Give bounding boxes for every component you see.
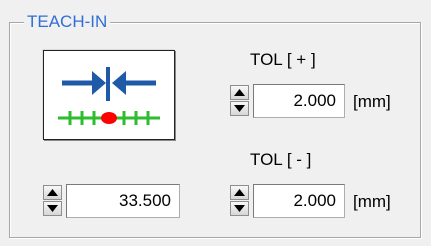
position-decrement-button[interactable]	[43, 201, 62, 216]
triangle-down-icon	[234, 105, 245, 112]
tol-minus-label: TOL [ - ]	[250, 150, 312, 169]
tol-plus-increment-button[interactable]	[230, 85, 249, 100]
tol-plus-unit: [mm]	[353, 92, 391, 111]
tol-minus-decrement-button[interactable]	[230, 201, 249, 216]
triangle-up-icon	[234, 89, 245, 96]
tol-minus-increment-button[interactable]	[230, 185, 249, 200]
group-title: TEACH-IN	[24, 12, 111, 32]
teach-in-button[interactable]	[43, 50, 175, 140]
triangle-down-icon	[47, 205, 58, 212]
triangle-up-icon	[47, 189, 58, 196]
position-spinner	[43, 185, 62, 217]
tol-minus-spinner	[230, 185, 249, 217]
teach-in-panel: TEACH-IN TOL [ + ] 2.000 [mm] TOL [-] …	[0, 0, 431, 246]
triangle-down-icon	[234, 205, 245, 212]
tol-plus-spinner	[230, 85, 249, 117]
position-input[interactable]: 33.500	[66, 184, 180, 218]
triangle-up-icon	[234, 189, 245, 196]
position-increment-button[interactable]	[43, 185, 62, 200]
tol-plus-label: TOL [ + ]	[250, 50, 316, 69]
tol-plus-input[interactable]: 2.000	[253, 84, 345, 118]
tol-minus-unit: [mm]	[353, 192, 391, 211]
tol-plus-decrement-button[interactable]	[230, 101, 249, 116]
tol-minus-input[interactable]: 2.000	[253, 184, 345, 218]
teach-in-icon	[58, 67, 160, 125]
